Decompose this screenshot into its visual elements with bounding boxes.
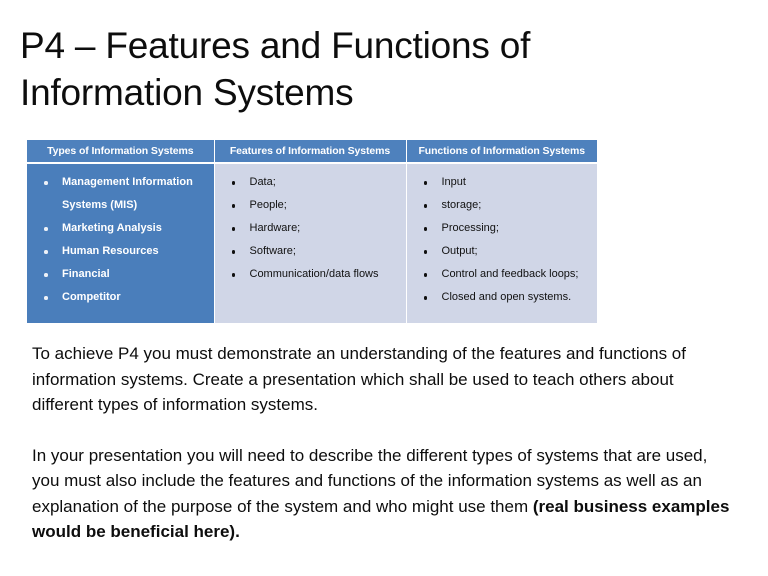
list-item: Software; xyxy=(215,240,402,263)
page-title: P4 – Features and Functions of Informati… xyxy=(20,25,531,113)
functions-list: Input storage; Processing; Output; Contr… xyxy=(407,164,598,309)
table-cell-types: Management Information Systems (MIS) Mar… xyxy=(27,163,215,323)
list-item: Hardware; xyxy=(215,217,402,240)
list-item: Input xyxy=(407,171,594,194)
list-item: People; xyxy=(215,194,402,217)
list-item: storage; xyxy=(407,194,594,217)
list-item: Closed and open systems. xyxy=(407,286,594,309)
body-paragraph-1: To achieve P4 you must demonstrate an un… xyxy=(32,344,686,414)
table-cell-features: Data; People; Hardware; Software; Commun… xyxy=(213,163,407,323)
table-header-functions: Functions of Information Systems xyxy=(405,140,597,164)
list-item: Human Resources xyxy=(27,240,210,263)
list-item: Competitor xyxy=(27,286,210,309)
list-item: Processing; xyxy=(407,217,594,240)
types-list: Management Information Systems (MIS) Mar… xyxy=(27,164,214,309)
table-header-row: Types of Information Systems Features of… xyxy=(27,140,597,164)
list-item: Communication/data flows xyxy=(215,263,402,286)
list-item: Output; xyxy=(407,240,594,263)
list-item: Marketing Analysis xyxy=(27,217,210,240)
table-header-features: Features of Information Systems xyxy=(213,140,407,164)
information-systems-table: Types of Information Systems Features of… xyxy=(27,140,597,323)
table-header-types: Types of Information Systems xyxy=(27,140,215,164)
list-item: Control and feedback loops; xyxy=(407,263,594,286)
table-cell-functions: Input storage; Processing; Output; Contr… xyxy=(405,163,598,323)
list-item: Financial xyxy=(27,263,210,286)
list-item: Management Information Systems (MIS) xyxy=(27,171,210,217)
slide-canvas: P4 – Features and Functions of Informati… xyxy=(0,0,768,576)
features-list: Data; People; Hardware; Software; Commun… xyxy=(215,164,406,286)
body-paragraph-2: In your presentation you will need to de… xyxy=(32,443,738,545)
table-row: Management Information Systems (MIS) Mar… xyxy=(27,163,597,323)
list-item: Data; xyxy=(215,171,402,194)
body-text-block: To achieve P4 you must demonstrate an un… xyxy=(32,341,738,545)
